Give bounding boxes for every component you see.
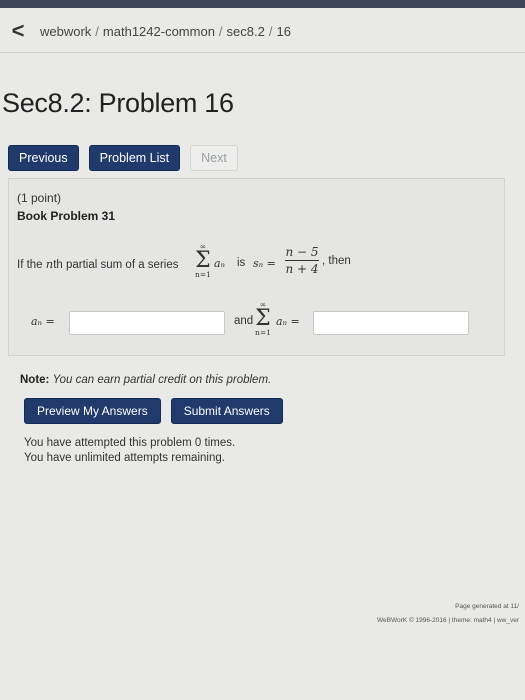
answer1-label: aₙ =: [31, 315, 55, 328]
breadcrumb-webwork[interactable]: webwork: [40, 24, 91, 39]
sum-lower-limit: n=1: [195, 270, 211, 279]
sum-lower-limit: n=1: [255, 328, 271, 337]
problem-panel: (1 point) Book Problem 31 If the nth par…: [8, 178, 505, 356]
and-text: and: [234, 315, 254, 327]
problem-list-button[interactable]: Problem List: [88, 145, 181, 171]
submit-answers-button[interactable]: Submit Answers: [170, 398, 283, 424]
divider: [0, 52, 525, 53]
fraction-denominator: n + 4: [285, 262, 319, 276]
partial-credit-note: Note: You can earn partial credit on thi…: [20, 374, 271, 386]
footer-copyright: WeBWorK © 1996-2016 | theme: math4 | ww_…: [377, 617, 519, 624]
partial-sum-fraction: n − 5 n + 4: [285, 245, 319, 276]
back-icon[interactable]: <: [4, 17, 32, 45]
attempts-info: You have attempted this problem 0 times.…: [24, 436, 235, 466]
sum-symbol-answer: ∞ Σ n=1: [255, 301, 271, 337]
book-problem-label: Book Problem 31: [17, 209, 116, 223]
breadcrumb-problem: 16: [276, 23, 291, 39]
then-text: , then: [322, 255, 351, 267]
breadcrumb-separator: /: [218, 23, 223, 39]
next-button[interactable]: Next: [190, 145, 238, 171]
sigma-icon: Σ: [255, 306, 271, 331]
note-text: You can earn partial credit on this prob…: [52, 374, 272, 386]
statement-mid: th partial sum of a series: [53, 259, 179, 271]
sigma-icon: Σ: [195, 248, 211, 273]
breadcrumb-separator: /: [268, 23, 273, 39]
answer-an-input[interactable]: [69, 311, 225, 335]
statement-prefix: If the: [17, 259, 43, 271]
submit-row: Preview My Answers Submit Answers: [24, 398, 283, 424]
answer-row: aₙ = and ∞ Σ n=1 aₙ =: [17, 301, 497, 343]
answer2-label: aₙ =: [276, 315, 300, 328]
breadcrumb-course[interactable]: math1242-common: [103, 24, 215, 39]
fraction-numerator: n − 5: [285, 245, 319, 259]
problem-statement: If the nth partial sum of a series ∞ Σ n…: [17, 243, 497, 295]
breadcrumb: < webwork / math1242-common / sec8.2/16: [0, 14, 525, 48]
preview-answers-button[interactable]: Preview My Answers: [24, 398, 161, 424]
answer-sum-input[interactable]: [313, 311, 469, 335]
fraction-bar: [285, 260, 319, 261]
page-title: Sec8.2: Problem 16: [2, 88, 234, 118]
breadcrumb-set[interactable]: sec8.2: [227, 24, 265, 39]
partial-sum-lhs: sₙ =: [253, 257, 276, 270]
footer-generated: Page generated at 11/: [455, 603, 519, 610]
note-label: Note:: [20, 374, 50, 386]
sum-symbol: ∞ Σ n=1: [195, 243, 211, 279]
previous-button[interactable]: Previous: [8, 145, 79, 171]
is-text: is: [237, 257, 246, 269]
attempts-remaining: You have unlimited attempts remaining.: [24, 452, 225, 464]
series-term: aₙ: [214, 257, 226, 270]
problem-points: (1 point): [17, 191, 62, 205]
top-band: [0, 0, 525, 8]
breadcrumb-trail: webwork / math1242-common / sec8.2/16: [40, 24, 291, 39]
breadcrumb-separator: /: [95, 23, 99, 39]
attempts-count: You have attempted this problem 0 times.: [24, 437, 236, 449]
page-footer: Page generated at 11/ WeBWorK © 1996-201…: [377, 600, 519, 628]
problem-nav: Previous Problem List Next: [8, 145, 238, 171]
statement-text: If the nth partial sum of a series: [17, 257, 178, 271]
